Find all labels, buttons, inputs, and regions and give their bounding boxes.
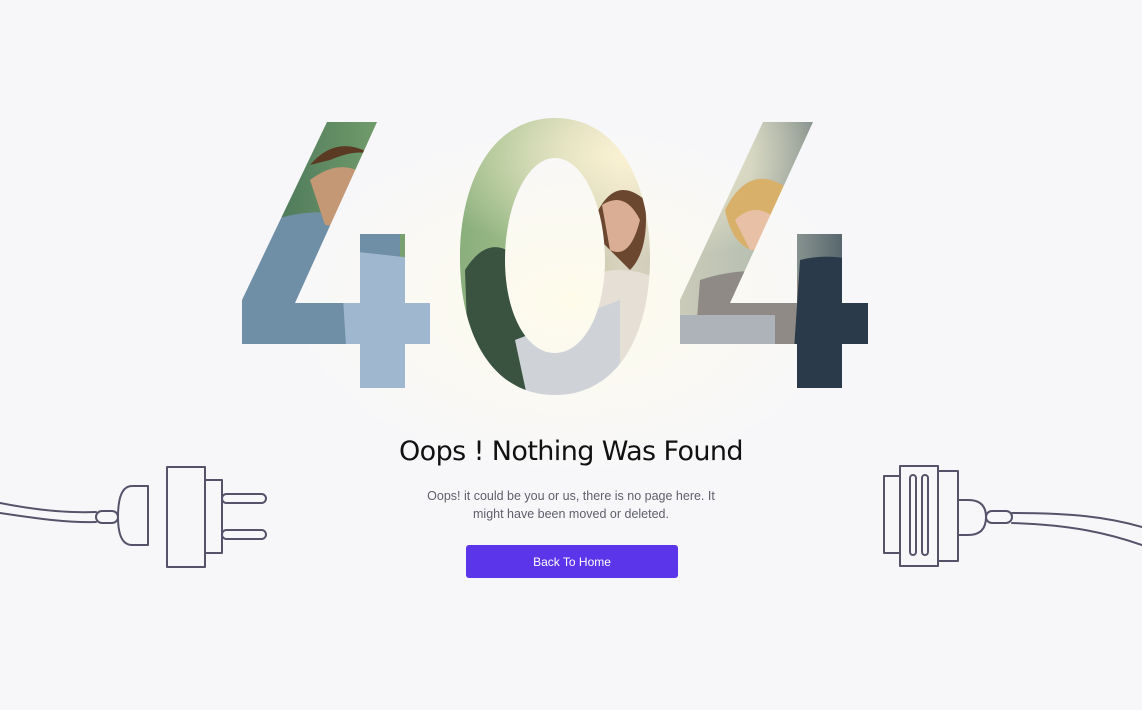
back-to-home-button[interactable]: Back To Home [466, 545, 678, 578]
error-message: Oops! it could be you or us, there is no… [427, 489, 715, 521]
socket-icon [883, 465, 1142, 567]
error-code-image [230, 110, 880, 410]
error-page: Oops ! Nothing Was Found Oops! it could … [0, 0, 1142, 710]
plug-icon [0, 466, 267, 568]
